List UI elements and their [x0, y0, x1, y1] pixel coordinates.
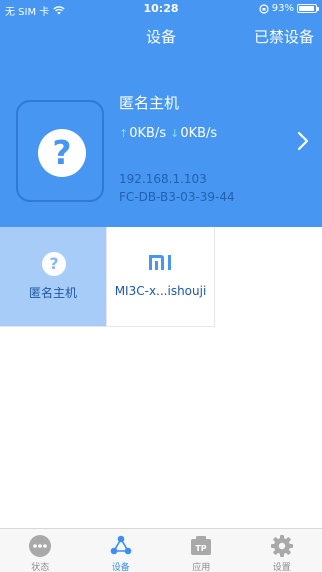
tab-settings[interactable]: 设置	[242, 529, 322, 572]
device-mac: FC-DB-B3-03-39-44	[119, 190, 235, 204]
device-tile-label: 匿名主机	[28, 286, 77, 300]
tab-label: 设置	[272, 563, 291, 572]
upload-speed: 0KB/s	[129, 126, 167, 141]
device-icon-frame: ?	[16, 100, 104, 202]
upload-arrow-icon: ↑	[119, 127, 129, 140]
blocked-devices-button[interactable]: 已禁设备	[254, 26, 314, 47]
tp-apps-icon: TP	[191, 536, 212, 555]
status-bar: 无 SIM 卡 10:28 93%	[0, 0, 322, 18]
battery-icon	[297, 4, 319, 13]
battery-percent: 93%	[271, 3, 294, 14]
tab-label: 设备	[111, 563, 130, 572]
device-name: 匿名主机	[119, 94, 180, 112]
tab-status[interactable]: 状态	[0, 529, 81, 572]
chevron-right-icon[interactable]	[296, 130, 310, 152]
gear-icon	[270, 535, 293, 557]
mi-logo-icon	[149, 255, 171, 270]
question-icon: ?	[38, 129, 86, 177]
device-tile-label: MI3C-x...ishouji	[114, 284, 207, 298]
tab-label: 应用	[192, 563, 211, 572]
devices-icon	[110, 535, 132, 555]
status-dots-icon	[29, 535, 52, 557]
download-speed: 0KB/s	[180, 126, 218, 141]
speed-readout: ↑ 0KB/s ↓ 0KB/s	[119, 126, 217, 141]
tab-devices[interactable]: 设备	[81, 529, 162, 572]
question-icon: ?	[42, 252, 66, 276]
svg-text:TP: TP	[196, 544, 207, 553]
device-tile-mi3c[interactable]: MI3C-x...ishouji	[107, 227, 215, 327]
tab-bar: 状态 设备 TP 应用 设置	[0, 528, 322, 572]
download-arrow-icon: ↓	[170, 127, 180, 140]
orientation-lock-icon	[259, 3, 269, 14]
device-ip: 192.168.1.103	[119, 172, 207, 186]
device-tile-anonymous-host[interactable]: ? 匿名主机	[0, 227, 107, 327]
tab-label: 状态	[31, 563, 50, 572]
tab-apps[interactable]: TP 应用	[161, 529, 242, 572]
